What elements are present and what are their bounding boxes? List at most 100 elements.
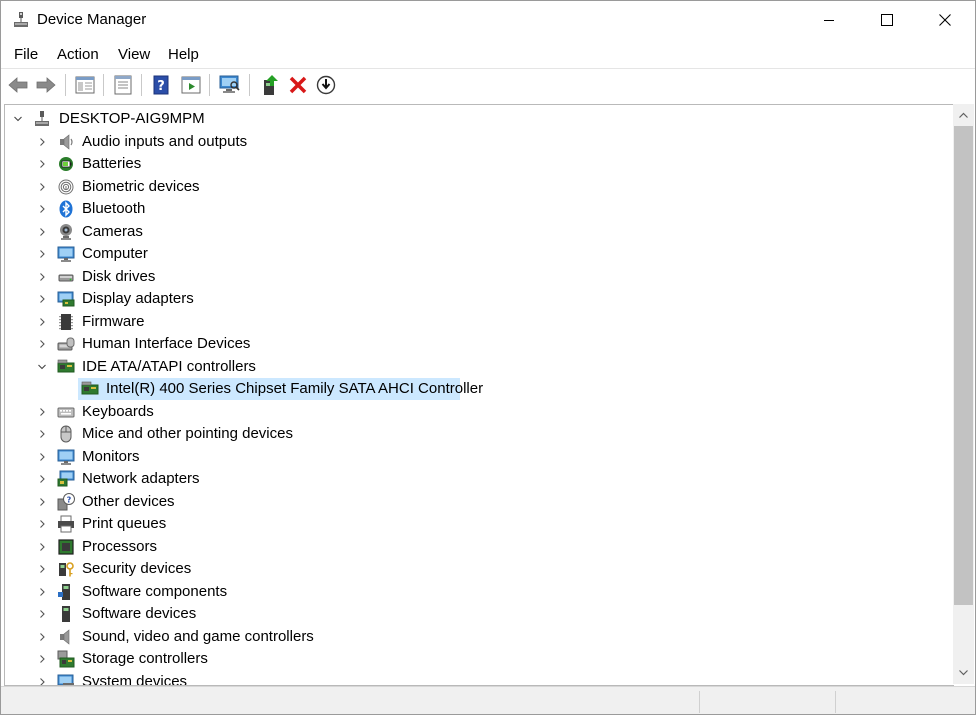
tree-category[interactable]: Bluetooth: [5, 198, 945, 220]
tree-category[interactable]: IDE ATA/ATAPI controllers: [5, 356, 945, 378]
scan-hardware-button[interactable]: [218, 73, 242, 97]
chevron-right-icon[interactable]: [37, 564, 47, 574]
status-separator: [835, 691, 836, 713]
scroll-up-icon[interactable]: [958, 110, 969, 121]
tree-category[interactable]: Processors: [5, 536, 945, 558]
tree-category-label: Sound, video and game controllers: [82, 627, 314, 645]
chevron-down-icon[interactable]: [37, 362, 47, 372]
tree-device[interactable]: Intel(R) 400 Series Chipset Family SATA …: [5, 378, 945, 400]
chevron-right-icon[interactable]: [37, 654, 47, 664]
network-adapter-icon: [57, 470, 75, 487]
chevron-right-icon[interactable]: [37, 182, 47, 192]
chevron-right-icon[interactable]: [37, 632, 47, 642]
tree-device-label: Intel(R) 400 Series Chipset Family SATA …: [106, 380, 484, 397]
tree-category[interactable]: Software devices: [5, 603, 945, 625]
tree-category-label: Processors: [82, 537, 158, 555]
fingerprint-icon: [58, 179, 74, 194]
printer-icon: [58, 515, 74, 533]
disable-device-button[interactable]: [314, 73, 338, 97]
tree-category-label: Mice and other pointing devices: [82, 425, 293, 442]
device-tree[interactable]: DESKTOP-AIG9MPM Audio inputs and outputs…: [4, 104, 954, 686]
computer-tower-icon: [35, 111, 49, 126]
chevron-right-icon[interactable]: [37, 474, 47, 484]
computer-icon: [57, 246, 75, 262]
tree-category[interactable]: Biometric devices: [5, 176, 945, 198]
tree-category-label: Monitors: [82, 447, 140, 465]
device-manager-app-icon: [14, 12, 28, 27]
vertical-scrollbar[interactable]: [953, 104, 974, 684]
scroll-down-icon[interactable]: [958, 667, 969, 678]
update-driver-button[interactable]: [258, 73, 282, 97]
chevron-right-icon[interactable]: [37, 542, 47, 552]
tree-category[interactable]: System devices: [5, 671, 945, 687]
tree-category[interactable]: Audio inputs and outputs: [5, 131, 945, 153]
tree-category-label: Display adapters: [82, 290, 194, 307]
chevron-right-icon[interactable]: [37, 429, 47, 439]
chevron-right-icon[interactable]: [37, 227, 47, 237]
tree-category[interactable]: Print queues: [5, 513, 945, 535]
maximize-button[interactable]: [858, 1, 916, 39]
properties-button[interactable]: [111, 73, 135, 97]
tree-category[interactable]: Security devices: [5, 558, 945, 580]
chevron-right-icon[interactable]: [37, 519, 47, 529]
chevron-right-icon[interactable]: [37, 137, 47, 147]
menu-view[interactable]: View: [118, 46, 150, 63]
tree-category-label: Disk drives: [82, 267, 156, 285]
menu-action[interactable]: Action: [57, 46, 99, 63]
tree-category[interactable]: ? Other devices: [5, 491, 945, 513]
tree-category[interactable]: Sound, video and game controllers: [5, 626, 945, 648]
chevron-right-icon[interactable]: [37, 587, 47, 597]
run-button[interactable]: [179, 73, 203, 97]
menu-help[interactable]: Help: [168, 46, 199, 63]
chevron-right-icon[interactable]: [37, 204, 47, 214]
tree-category[interactable]: Network adapters: [5, 468, 945, 490]
tree-category[interactable]: Batteries: [5, 153, 945, 175]
chevron-right-icon[interactable]: [37, 272, 47, 282]
tree-category[interactable]: Disk drives: [5, 266, 945, 288]
tree-category[interactable]: Display adapters: [5, 288, 945, 310]
status-bar: [1, 686, 975, 714]
svg-text:?: ?: [67, 495, 72, 504]
menu-file[interactable]: File: [14, 46, 38, 63]
tree-category[interactable]: Monitors: [5, 446, 945, 468]
tree-category-label: System devices: [82, 672, 188, 686]
tree-category[interactable]: Human Interface Devices: [5, 333, 945, 355]
speaker-icon: [60, 133, 73, 150]
tree-root[interactable]: DESKTOP-AIG9MPM: [5, 108, 945, 130]
maximize-icon: [881, 14, 893, 26]
chevron-down-icon[interactable]: [13, 114, 23, 124]
tree-category[interactable]: Firmware: [5, 311, 945, 333]
tree-category-label: Cameras: [82, 222, 143, 240]
chevron-right-icon[interactable]: [37, 407, 47, 417]
close-icon: [939, 14, 951, 26]
chevron-right-icon[interactable]: [37, 677, 47, 687]
software-component-icon: [58, 583, 70, 600]
properties-icon: [114, 75, 132, 95]
chevron-right-icon[interactable]: [37, 339, 47, 349]
status-separator: [699, 691, 700, 713]
chevron-right-icon[interactable]: [37, 294, 47, 304]
tree-category[interactable]: Storage controllers: [5, 648, 945, 670]
chevron-right-icon[interactable]: [37, 609, 47, 619]
tree-category[interactable]: Mice and other pointing devices: [5, 423, 945, 445]
tree-category[interactable]: Cameras: [5, 221, 945, 243]
show-hide-console-tree-button[interactable]: [73, 73, 97, 97]
mouse-icon: [60, 425, 72, 443]
chevron-right-icon[interactable]: [37, 497, 47, 507]
chevron-right-icon[interactable]: [37, 159, 47, 169]
hid-icon: [57, 337, 75, 351]
scrollbar-thumb[interactable]: [954, 126, 973, 605]
chevron-right-icon[interactable]: [37, 452, 47, 462]
minimize-button[interactable]: [800, 1, 858, 39]
back-button[interactable]: [6, 73, 30, 97]
help-button[interactable]: ?: [149, 73, 173, 97]
ide-controller-icon: [81, 381, 99, 395]
chevron-right-icon[interactable]: [37, 249, 47, 259]
forward-button[interactable]: [34, 73, 58, 97]
tree-category[interactable]: Software components: [5, 581, 945, 603]
tree-category[interactable]: Keyboards: [5, 401, 945, 423]
uninstall-device-button[interactable]: [286, 73, 310, 97]
chevron-right-icon[interactable]: [37, 317, 47, 327]
tree-category[interactable]: Computer: [5, 243, 945, 265]
close-button[interactable]: [916, 1, 974, 39]
